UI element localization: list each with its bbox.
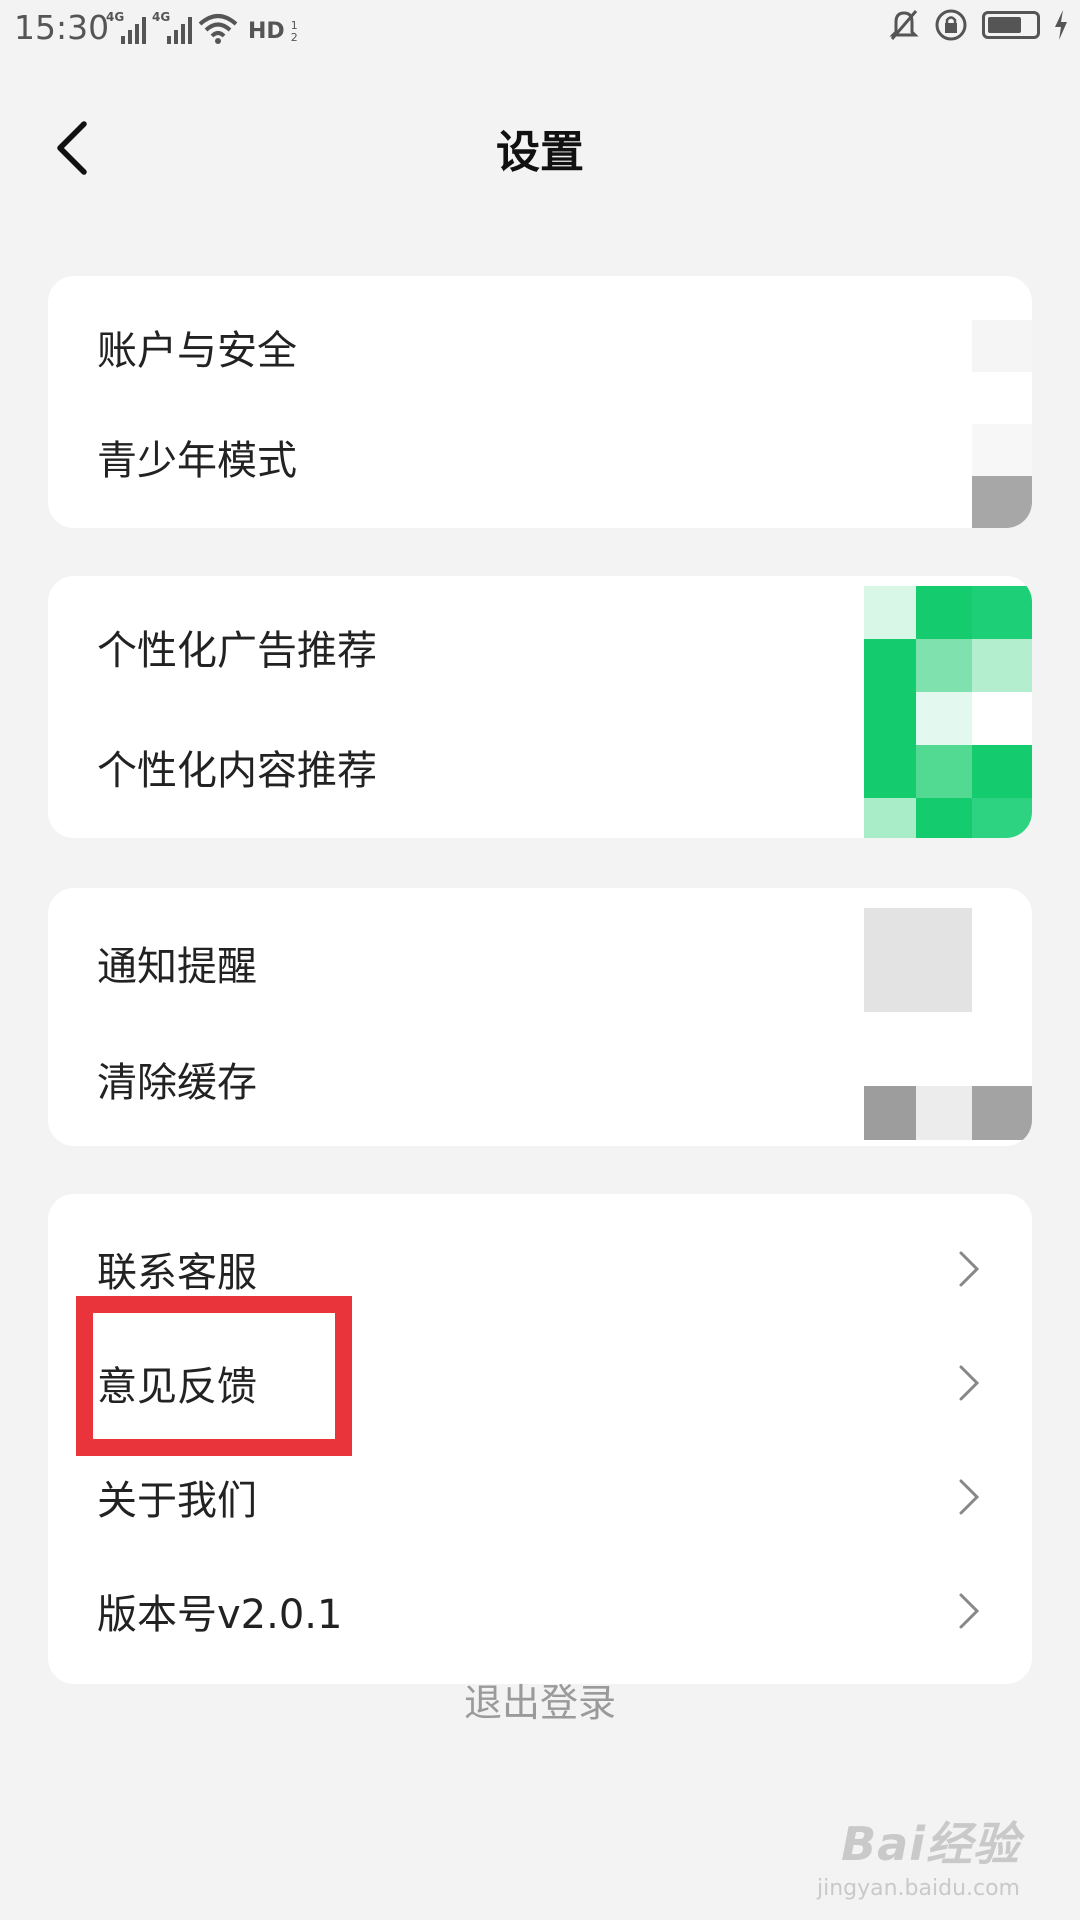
settings-item-label: 个性化内容推荐 xyxy=(97,748,377,794)
signal-icon: 4G xyxy=(152,10,192,44)
settings-item-teen-mode[interactable]: 青少年模式 xyxy=(48,402,1032,512)
chevron-right-icon xyxy=(959,1593,980,1629)
settings-item-label: 青少年模式 xyxy=(97,438,297,484)
battery-icon xyxy=(982,11,1040,39)
chevron-right-icon xyxy=(959,1365,980,1401)
chevron-right-icon xyxy=(959,1479,980,1515)
watermark-url: jingyan.baidu.com xyxy=(816,1876,1020,1901)
settings-group-system: 通知提醒 清除缓存 xyxy=(48,888,1032,1146)
settings-item-label: 通知提醒 xyxy=(97,944,257,990)
settings-item-label: 清除缓存 xyxy=(97,1060,257,1106)
wifi-icon xyxy=(198,14,238,44)
charging-icon xyxy=(1055,10,1067,40)
status-time: 15:30 xyxy=(14,8,110,47)
pixelated-toggle-redaction xyxy=(864,586,1032,838)
watermark: Bai经验 jingyan.baidu.com xyxy=(817,1808,1020,1901)
mute-bell-icon xyxy=(889,10,919,40)
settings-item-label: 联系客服 xyxy=(97,1250,257,1296)
settings-item-about-us[interactable]: 关于我们 xyxy=(48,1442,1032,1552)
logout-button[interactable]: 退出登录 xyxy=(0,1672,1080,1727)
annotation-highlight-box xyxy=(76,1296,352,1456)
status-bar: 15:30 4G 4G HD 1 2 xyxy=(0,0,1080,54)
settings-group-account: 账户与安全 青少年模式 xyxy=(48,276,1032,528)
settings-item-account-security[interactable]: 账户与安全 xyxy=(48,292,1032,402)
signal-icon: 4G xyxy=(106,10,146,44)
chevron-right-icon xyxy=(959,1251,980,1287)
settings-group-personalization: 个性化广告推荐 个性化内容推荐 xyxy=(48,576,1032,838)
orientation-lock-icon xyxy=(935,9,967,41)
status-left-icons: 4G 4G HD 1 2 xyxy=(106,8,301,44)
settings-item-label: 版本号v2.0.1 xyxy=(97,1592,343,1638)
page-title: 设置 xyxy=(496,127,584,178)
pixelated-redaction xyxy=(972,320,1032,528)
hd-sub-label: 1 2 xyxy=(290,19,298,44)
status-right-icons xyxy=(888,8,1068,42)
settings-item-label: 关于我们 xyxy=(97,1478,257,1524)
settings-item-version[interactable]: 版本号v2.0.1 xyxy=(48,1556,1032,1666)
pixelated-redaction xyxy=(864,908,1032,1140)
settings-item-label: 账户与安全 xyxy=(97,328,297,374)
settings-item-label: 个性化广告推荐 xyxy=(97,628,377,674)
nav-bar: 设置 xyxy=(0,90,1080,200)
watermark-brand: Bai经验 xyxy=(841,1817,1020,1871)
hd-call-icon: HD xyxy=(248,19,285,44)
